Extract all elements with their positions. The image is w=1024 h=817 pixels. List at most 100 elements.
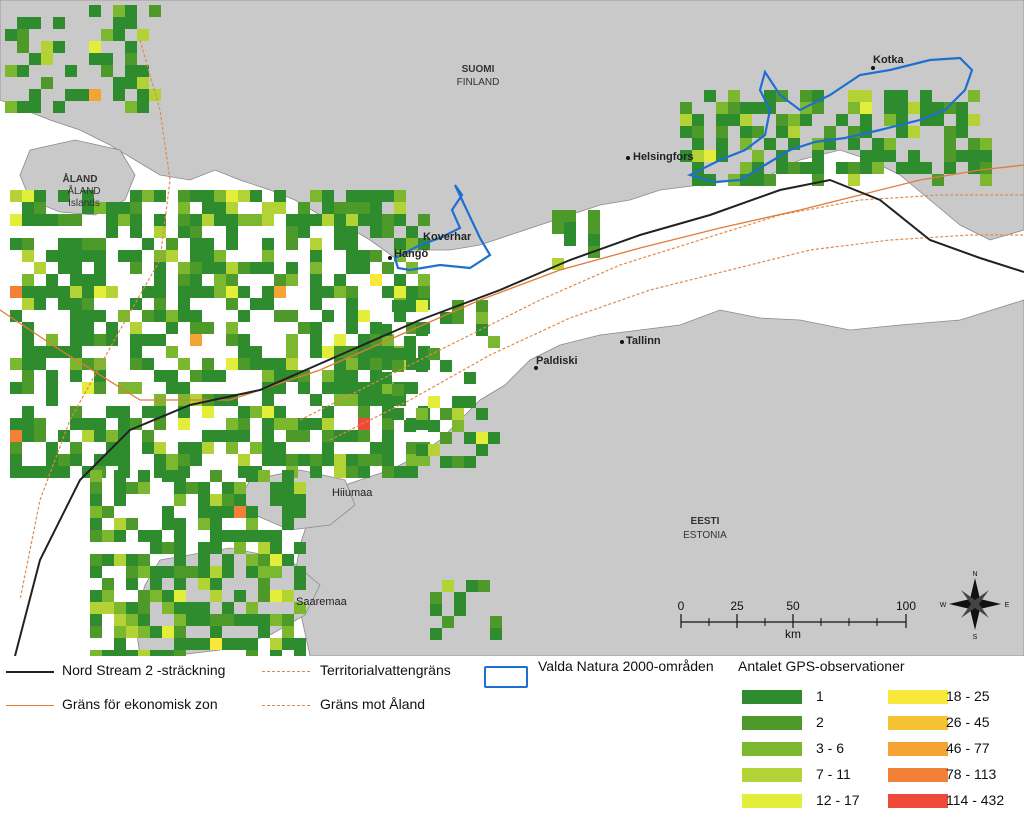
gps-cell (46, 442, 58, 454)
gps-cell (262, 394, 274, 406)
gps-cell (464, 372, 476, 384)
gps-cell (46, 394, 58, 406)
gps-cell (22, 370, 34, 382)
gps-cell (788, 162, 800, 174)
estonia-sublabel: ESTONIA (683, 530, 727, 541)
gps-cell (174, 566, 186, 578)
gps-cell (222, 506, 234, 518)
gps-cell (262, 262, 274, 274)
gps-cell (418, 286, 430, 298)
gps-cell (130, 334, 142, 346)
gps-cell (190, 274, 202, 286)
gps-cell (258, 626, 270, 638)
gps-cell (29, 101, 41, 113)
gps-cell (70, 286, 82, 298)
gps-cell (114, 626, 126, 638)
aland-islands-label: Islands (68, 198, 100, 209)
gps-cell (392, 348, 404, 360)
gps-cell (246, 602, 258, 614)
gps-cell (162, 518, 174, 530)
gps-cell (476, 312, 488, 324)
map-view[interactable]: SUOMI FINLAND ÅLAND ÅLAND Islands EESTI … (0, 0, 1024, 656)
gps-cell (238, 262, 250, 274)
gps-cell (101, 29, 113, 41)
gps-cell (294, 638, 306, 650)
gps-cell (564, 234, 576, 246)
gps-cell (118, 406, 130, 418)
gps-cell (322, 454, 334, 466)
gps-cell (238, 310, 250, 322)
gps-cell (250, 262, 262, 274)
gps-cell (82, 298, 94, 310)
gps-cell (34, 214, 46, 226)
gps-cell (258, 470, 270, 482)
gps-cell (298, 430, 310, 442)
gps-cell (22, 466, 34, 478)
gps-cell (788, 126, 800, 138)
gps-cell (214, 430, 226, 442)
gps-cell (202, 238, 214, 250)
gps-cell (716, 114, 728, 126)
gps-cell (94, 250, 106, 262)
scale-tick-50: 50 (786, 599, 800, 613)
gps-cell (258, 578, 270, 590)
gps-cell (226, 226, 238, 238)
gps-cell (258, 614, 270, 626)
gps-cell (90, 494, 102, 506)
gps-cell (210, 494, 222, 506)
gps-cell (113, 5, 125, 17)
gps-cell (238, 190, 250, 202)
gps-cell (190, 250, 202, 262)
gps-cell (250, 214, 262, 226)
gps-cell (190, 262, 202, 274)
koverhar-label: Koverhar (423, 231, 472, 243)
gps-cell (274, 406, 286, 418)
gps-cell (70, 274, 82, 286)
gps-cell (138, 614, 150, 626)
gps-cell (154, 298, 166, 310)
gps-cell (454, 604, 466, 616)
gps-cell (210, 542, 222, 554)
gps-cell (41, 41, 53, 53)
gps-cell (258, 530, 270, 542)
gps-cell (102, 590, 114, 602)
gps-cell (34, 202, 46, 214)
gps-cell (10, 466, 22, 478)
gps-cell (282, 614, 294, 626)
gps-cell (752, 174, 764, 186)
gps-cell (198, 578, 210, 590)
gps-cell (198, 542, 210, 554)
gps-cell (968, 90, 980, 102)
gps-cell (346, 454, 358, 466)
gps-cell (896, 162, 908, 174)
gps-cell (58, 298, 70, 310)
gps-cell (430, 628, 442, 640)
gps-cell (282, 590, 294, 602)
gps-cell (126, 566, 138, 578)
gps-cell (102, 602, 114, 614)
gps-cell (202, 202, 214, 214)
gps-cell (394, 202, 406, 214)
gps-cell (310, 238, 322, 250)
map-canvas[interactable]: SUOMI FINLAND ÅLAND ÅLAND Islands EESTI … (0, 0, 1024, 656)
gps-cell (101, 65, 113, 77)
gps-cell (358, 250, 370, 262)
gps-cell (130, 226, 142, 238)
gps-cell (944, 150, 956, 162)
gps-cell (896, 90, 908, 102)
gps-cell (222, 494, 234, 506)
gps-cell (298, 454, 310, 466)
gps-cell (920, 90, 932, 102)
gps-cell (246, 506, 258, 518)
gps-cell (82, 430, 94, 442)
gps-cell (102, 506, 114, 518)
gps-cell (310, 466, 322, 478)
gps-cell (968, 138, 980, 150)
gps-cell (210, 590, 222, 602)
gps-cell (872, 150, 884, 162)
gps-cell (452, 396, 464, 408)
gps-cell (370, 454, 382, 466)
gps-cell (382, 454, 394, 466)
gps-cell (138, 482, 150, 494)
gps-cell (10, 358, 22, 370)
